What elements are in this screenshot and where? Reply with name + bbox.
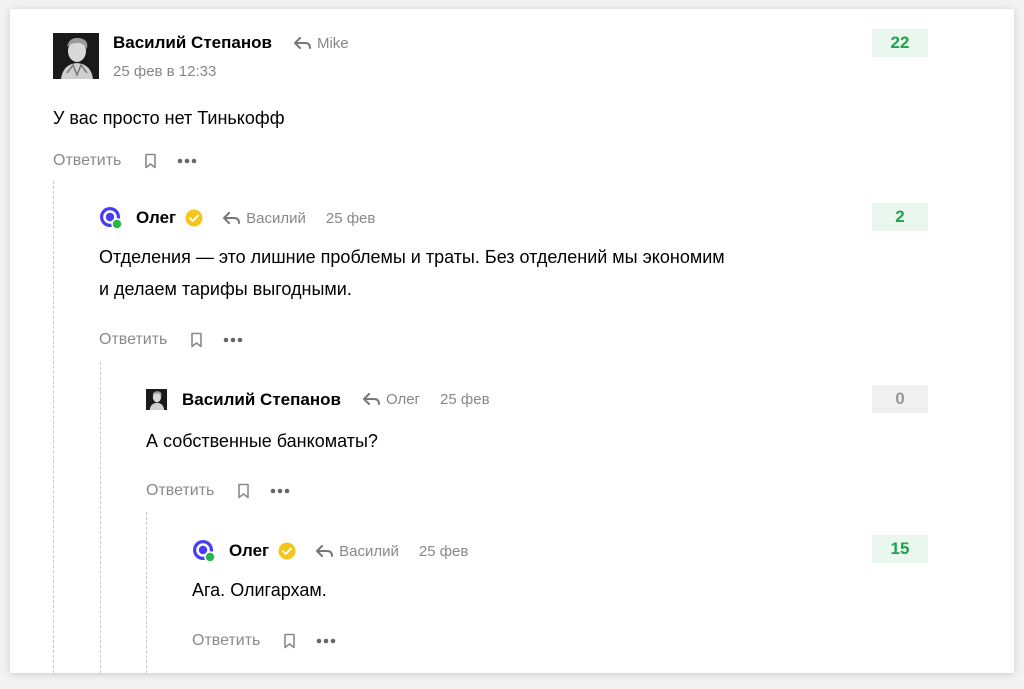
comment: Олег Василий 25 фев Отделения — это лишн… [99, 206, 939, 356]
bookmark-icon[interactable] [144, 153, 157, 169]
verified-badge-icon [278, 542, 296, 560]
reply-to-link[interactable]: Василий [316, 543, 399, 560]
reply-arrow-icon [293, 36, 311, 49]
bookmark-icon[interactable] [283, 633, 296, 649]
reply-to-name: Василий [246, 209, 306, 227]
comment-date[interactable]: 25 фев [440, 391, 490, 408]
reply-to-link[interactable]: Василий [223, 210, 306, 227]
reply-to-name: Mike [316, 34, 349, 52]
portrait-avatar-icon[interactable] [146, 389, 167, 410]
comment-date[interactable]: 25 фев в 12:33 [113, 63, 216, 80]
more-options-icon[interactable] [270, 488, 290, 494]
comment: Василий Степанов Mike 25 фев в 12:33 У в… [53, 33, 933, 173]
avatar[interactable] [53, 33, 99, 79]
reply-button[interactable]: Ответить [53, 152, 121, 170]
comment-date[interactable]: 25 фев [419, 543, 469, 560]
reply-button[interactable]: Ответить [146, 482, 214, 500]
more-options-icon[interactable] [177, 158, 197, 164]
comment-score[interactable]: 22 [872, 29, 928, 57]
reply-arrow-icon [362, 393, 380, 405]
thread-line-level-1 [53, 181, 54, 673]
comment: Олег Василий 25 фев Ага. Олигархам. Отве… [192, 539, 932, 649]
bank-logo-avatar-icon[interactable] [99, 206, 123, 230]
author-name[interactable]: Олег [136, 208, 176, 228]
comment-text: А собственные банкоматы? [146, 431, 378, 451]
reply-button[interactable]: Ответить [192, 632, 260, 650]
thread-line-level-3 [146, 512, 147, 673]
reply-to-name: Василий [339, 542, 399, 560]
comment-score[interactable]: 2 [872, 203, 928, 231]
bookmark-icon[interactable] [237, 483, 250, 499]
reply-button[interactable]: Ответить [99, 331, 167, 349]
comment-text-line: и делаем тарифы выгодными. [99, 279, 352, 299]
comment-date[interactable]: 25 фев [326, 210, 376, 227]
bank-logo-avatar-icon[interactable] [192, 539, 216, 563]
comment-score[interactable]: 15 [872, 535, 928, 563]
author-name[interactable]: Олег [229, 541, 269, 561]
author-name[interactable]: Василий Степанов [113, 33, 272, 53]
comment-text: Ага. Олигархам. [192, 580, 327, 600]
comment-score[interactable]: 0 [872, 385, 928, 413]
comment: Василий Степанов Олег 25 фев А собственн… [146, 389, 936, 499]
bookmark-icon[interactable] [190, 332, 203, 348]
reply-arrow-icon [316, 544, 334, 557]
comment-text: У вас просто нет Тинькофф [53, 108, 285, 128]
reply-to-name: Олег [385, 391, 421, 408]
author-name[interactable]: Василий Степанов [182, 390, 341, 410]
comments-card: Василий Степанов Mike 25 фев в 12:33 У в… [10, 9, 1014, 673]
comment-text-line: Отделения — это лишние проблемы и траты.… [99, 247, 725, 267]
reply-to-link[interactable]: Олег [362, 391, 421, 408]
thread-line-level-2 [100, 362, 101, 673]
more-options-icon[interactable] [316, 638, 336, 644]
verified-badge-icon [185, 209, 203, 227]
reply-arrow-icon [223, 211, 241, 224]
reply-to-link[interactable]: Mike [293, 34, 349, 52]
comment-text: Отделения — это лишние проблемы и траты.… [99, 241, 725, 305]
more-options-icon[interactable] [223, 337, 243, 343]
portrait-avatar-icon [53, 33, 99, 79]
